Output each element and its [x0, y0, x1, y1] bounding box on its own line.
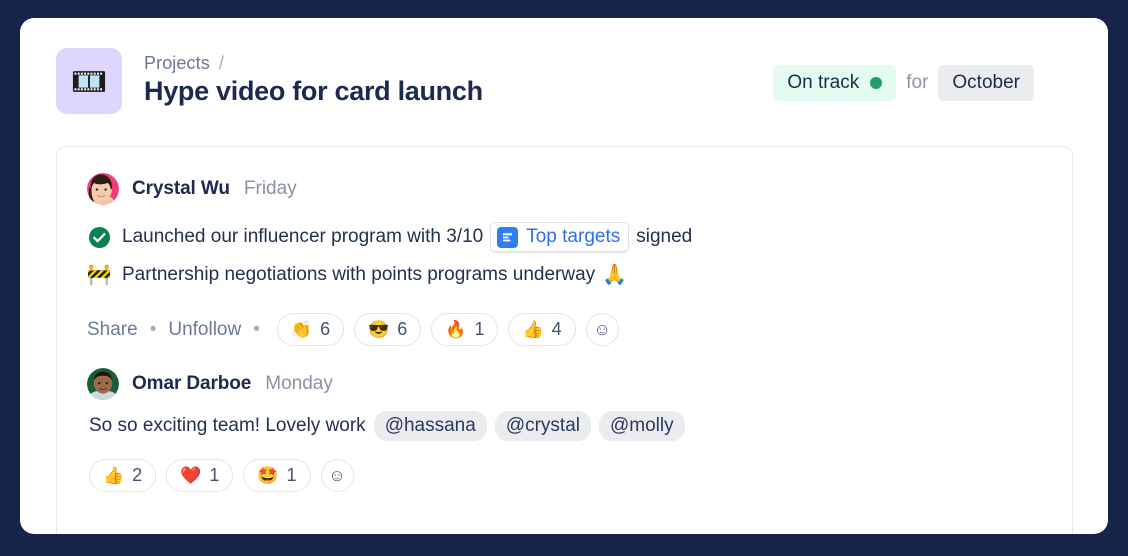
thumbs-up-icon: 👍	[522, 320, 544, 339]
page-title: Hype video for card launch	[144, 76, 483, 107]
add-reaction-button[interactable]: ☺	[585, 313, 619, 346]
clap-icon: 👏	[290, 320, 313, 339]
header-titles: Projects / Hype video for card launch	[144, 53, 483, 109]
update-line: 🚧 Partnership negotiations with points p…	[87, 257, 1042, 293]
mention-chip[interactable]: @hassana	[373, 411, 487, 441]
status-for-label: for	[906, 72, 929, 93]
reaction-count: 1	[474, 319, 485, 339]
reaction-pill[interactable]: 😎 6	[354, 313, 422, 346]
comment-author-name: Omar Darboe	[132, 373, 252, 394]
update-author-row: Crystal Wu Friday	[87, 173, 1042, 205]
reaction-count: 4	[551, 319, 562, 339]
project-update-card: Crystal Wu Friday Launched our influence…	[56, 146, 1073, 534]
update-body: Launched our influencer program with 3/1…	[87, 219, 1042, 293]
update-line-text: Partnership negotiations with points pro…	[122, 262, 627, 288]
construction-icon: 🚧	[86, 264, 112, 286]
unfollow-button[interactable]: Unfollow	[168, 319, 241, 341]
comment: Omar Darboe Monday So so exciting team! …	[87, 368, 1042, 492]
smiley-face-icon: ☺	[593, 320, 611, 339]
star-struck-icon: 🤩	[257, 465, 279, 485]
update-line-text-after: signed	[636, 226, 693, 248]
update-line-text-before: Partnership negotiations with points pro…	[122, 264, 596, 286]
reaction-pill[interactable]: 👏 6	[276, 313, 345, 346]
reaction-pill[interactable]: ❤️ 1	[166, 458, 234, 492]
update-line-text-before: Launched our influencer program with 3/1…	[122, 226, 484, 248]
breadcrumb-projects-link[interactable]: Projects	[144, 53, 210, 74]
update-line-text: Launched our influencer program with 3/1…	[122, 221, 693, 253]
update-line: Launched our influencer program with 3/1…	[87, 219, 1042, 255]
project-header: Projects / Hype video for card launch On…	[20, 18, 1108, 120]
app-window-frame: Projects / Hype video for card launch On…	[0, 0, 1128, 556]
avatar[interactable]	[87, 173, 119, 205]
document-icon	[497, 226, 519, 248]
reaction-count: 6	[397, 319, 408, 339]
comment-text: So so exciting team! Lovely work @hassan…	[89, 411, 1042, 441]
reaction-pill[interactable]: 👍 2	[89, 458, 157, 492]
update-timestamp: Friday	[243, 178, 297, 199]
smiley-face-icon: ☺	[328, 465, 346, 485]
reaction-pill[interactable]: 🤩 1	[243, 458, 311, 492]
period-badge-label: October	[952, 72, 1020, 93]
document-link-chip[interactable]: Top targets	[490, 221, 630, 253]
reaction-count: 1	[209, 464, 220, 485]
heart-icon: ❤️	[180, 465, 202, 485]
breadcrumb: Projects /	[144, 53, 483, 74]
page-surface: Projects / Hype video for card launch On…	[20, 18, 1108, 534]
status-dot-icon	[870, 77, 883, 89]
update-actions-row: Share • Unfollow • 👏 6 😎 6 🔥 1 👍 4 ☺	[87, 313, 1042, 346]
status-badge[interactable]: On track	[773, 65, 897, 101]
status-badge-label: On track	[787, 72, 860, 93]
comment-author-row: Omar Darboe Monday	[87, 368, 1042, 400]
film-frames-icon	[56, 48, 122, 114]
share-button[interactable]: Share	[87, 319, 138, 341]
sunglasses-icon: 😎	[368, 320, 390, 339]
reaction-pill[interactable]: 🔥 1	[431, 313, 499, 346]
reaction-pill[interactable]: 👍 4	[508, 313, 576, 346]
comment-timestamp: Monday	[265, 373, 333, 394]
avatar[interactable]	[87, 368, 119, 400]
document-link-label: Top targets	[526, 225, 621, 247]
fire-icon: 🔥	[445, 320, 467, 339]
folded-hands-icon: 🙏	[602, 263, 628, 286]
action-separator: •	[149, 318, 157, 340]
mention-chip[interactable]: @molly	[599, 411, 685, 441]
comment-body: So so exciting team! Lovely work	[89, 414, 366, 436]
period-badge[interactable]: October	[938, 65, 1034, 101]
thumbs-up-icon: 👍	[103, 465, 125, 485]
reaction-count: 1	[286, 464, 297, 485]
header-status-group: On track for October	[773, 61, 1090, 101]
check-circle-icon	[87, 225, 111, 249]
reaction-count: 6	[320, 319, 331, 339]
mention-chip[interactable]: @crystal	[494, 411, 591, 441]
update-author-name: Crystal Wu	[132, 178, 230, 199]
action-separator: •	[253, 318, 260, 340]
reaction-count: 2	[132, 464, 143, 485]
update-reactions: 👏 6 😎 6 🔥 1 👍 4 ☺	[276, 313, 619, 346]
add-reaction-button[interactable]: ☺	[320, 458, 354, 492]
comment-reactions: 👍 2 ❤️ 1 🤩 1 ☺	[89, 458, 1042, 492]
breadcrumb-separator: /	[218, 53, 224, 74]
